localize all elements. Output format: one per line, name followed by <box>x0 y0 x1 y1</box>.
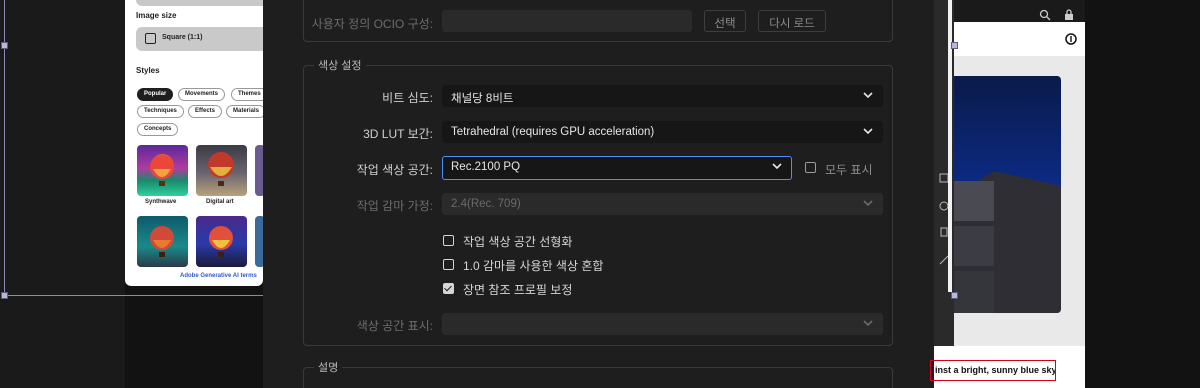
gamma-label: 작업 감마 가정: <box>356 199 433 213</box>
image-size-value: Square (1:1) <box>162 34 203 41</box>
chip-effects[interactable]: Effects <box>188 105 223 118</box>
gamma-dropdown[interactable]: 2.4(Rec. 709) <box>442 193 883 215</box>
lut-dropdown[interactable]: Tetrahedral (requires GPU acceleration) <box>442 121 883 143</box>
selection-handle[interactable] <box>951 292 958 299</box>
canvas-background <box>0 0 125 388</box>
selection-handle[interactable] <box>1 292 8 299</box>
chevron-down-icon <box>863 128 873 135</box>
working-space-label: 작업 색상 공간: <box>356 163 433 177</box>
wall-illustration <box>954 171 1061 313</box>
ocio-config-field[interactable] <box>442 10 692 32</box>
linearize-checkbox[interactable] <box>443 235 454 246</box>
lut-label: 3D LUT 보간: <box>363 127 433 141</box>
selection-edge <box>4 295 264 296</box>
generative-panel: Image size Square (1:1) Styles Popular M… <box>125 0 263 286</box>
chip-materials[interactable]: Materials <box>226 105 263 118</box>
chip-concepts[interactable]: Concepts <box>137 123 179 136</box>
style-thumbnail[interactable] <box>255 216 263 267</box>
working-space-dropdown[interactable]: Rec.2100 PQ <box>442 156 792 180</box>
style-thumbnail[interactable] <box>255 145 263 196</box>
working-space-value: Rec.2100 PQ <box>451 161 521 173</box>
ocio-config-label: 사용자 정의 OCIO 구성: <box>311 17 433 31</box>
style-thumbnail[interactable] <box>196 145 247 196</box>
chip-movements[interactable]: Movements <box>178 88 226 101</box>
chip-popular[interactable]: Popular <box>137 88 174 101</box>
selection-handle[interactable] <box>951 42 958 49</box>
search-icon[interactable] <box>1039 9 1051 21</box>
chevron-down-icon <box>863 320 873 327</box>
style-thumbnail[interactable] <box>137 216 188 267</box>
image-size-select[interactable]: Square (1:1) <box>136 27 263 51</box>
bit-depth-value: 채널당 8비트 <box>451 93 514 105</box>
chevron-down-icon <box>863 92 873 99</box>
terms-link[interactable]: Adobe Generative AI terms <box>180 273 257 279</box>
thumbnail-caption: Synthwave <box>145 199 177 205</box>
linearize-label: 작업 색상 공간 선형화 <box>463 235 573 249</box>
chevron-down-icon <box>863 200 873 207</box>
blend-gamma-label: 1.0 감마를 사용한 색상 혼합 <box>463 259 604 273</box>
balloon-icon <box>209 226 233 257</box>
lock-icon[interactable] <box>1063 9 1075 21</box>
scene-profile-label: 장면 참조 프로필 보정 <box>463 283 573 297</box>
prompt-text[interactable]: inst a bright, sunny blue sky <box>930 360 1056 381</box>
square-icon <box>145 33 156 44</box>
balloon-icon <box>150 155 174 186</box>
color-settings-legend: 색상 설정 <box>314 57 366 73</box>
preview-header <box>954 22 1085 56</box>
select-button[interactable]: 선택 <box>704 10 746 32</box>
lut-value: Tetrahedral (requires GPU acceleration) <box>451 126 655 138</box>
info-icon[interactable] <box>1065 33 1077 45</box>
screen: Image size Square (1:1) Styles Popular M… <box>0 0 1200 388</box>
bit-depth-label: 비트 심도: <box>382 91 433 105</box>
balloon-icon <box>208 152 234 186</box>
gamma-value: 2.4(Rec. 709) <box>451 198 521 210</box>
selection-handle[interactable] <box>1 42 8 49</box>
description-legend: 설명 <box>314 359 343 375</box>
color-settings-dialog: 사용자 정의 OCIO 구성: 선택 다시 로드 색상 설정 비트 심도: 채널… <box>263 0 934 388</box>
bit-depth-dropdown[interactable]: 채널당 8비트 <box>442 85 883 107</box>
display-space-label: 색상 공간 표시: <box>356 319 433 333</box>
chip-techniques[interactable]: Techniques <box>137 105 184 118</box>
show-all-checkbox[interactable] <box>805 162 816 173</box>
right-background <box>1039 0 1200 388</box>
chip-themes[interactable]: Themes <box>231 88 263 101</box>
show-all-label: 모두 표시 <box>825 163 873 177</box>
display-space-dropdown[interactable] <box>442 313 883 335</box>
balloon-icon <box>150 226 174 257</box>
panel-top-control[interactable] <box>136 0 263 6</box>
image-size-heading: Image size <box>136 11 177 20</box>
styles-heading: Styles <box>136 66 160 75</box>
chevron-down-icon <box>772 163 782 170</box>
style-thumbnail[interactable] <box>137 145 188 196</box>
style-thumbnail[interactable] <box>196 216 247 267</box>
thumbnail-caption: Digital art <box>206 199 234 205</box>
reload-button[interactable]: 다시 로드 <box>758 10 826 32</box>
description-group: 설명 <box>303 359 893 388</box>
scene-profile-checkbox[interactable] <box>443 283 454 294</box>
preview-image <box>954 76 1061 313</box>
blend-gamma-checkbox[interactable] <box>443 259 454 270</box>
